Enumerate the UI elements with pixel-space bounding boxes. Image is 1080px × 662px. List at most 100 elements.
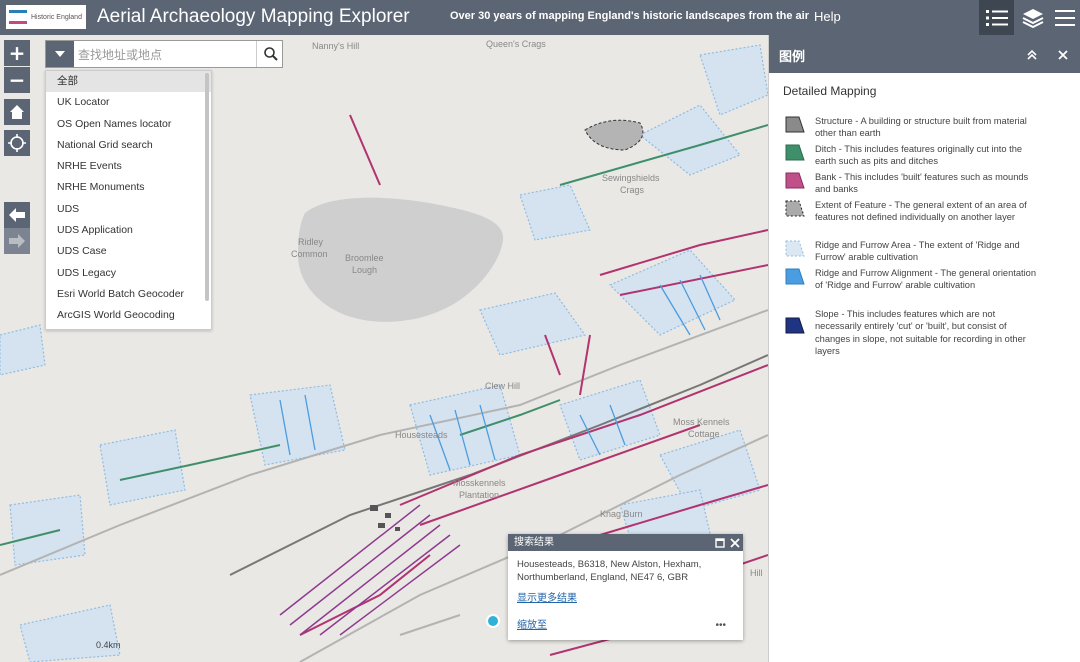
menu-button[interactable]: [1050, 0, 1080, 35]
structure: [378, 523, 385, 528]
legend-item-ditch: Ditch - This includes features originall…: [785, 143, 1043, 168]
help-link[interactable]: Help: [814, 9, 841, 24]
bank-swatch-icon: [785, 172, 805, 189]
show-more-results-link[interactable]: 显示更多结果: [517, 593, 577, 604]
logo-text: Historic England: [31, 13, 82, 21]
arrow-right-icon: [9, 234, 25, 248]
menu-scrollbar[interactable]: [205, 73, 209, 301]
label-cottage: Cottage: [688, 429, 720, 439]
slope-swatch-icon: [785, 317, 805, 334]
ridge-furrow-alignment-swatch-icon: [785, 268, 805, 285]
legend-label: Ridge and Furrow Area - The extent of 'R…: [815, 240, 1020, 263]
legend-label: Ditch - This includes features originall…: [815, 144, 1023, 167]
label-hill: Hill: [750, 568, 763, 578]
menu-icon: [1055, 9, 1075, 26]
search-input[interactable]: [76, 43, 255, 67]
source-option[interactable]: ArcGIS World Geocoding: [46, 305, 211, 326]
legend-panel: 图例 Detailed Mapping Structure - A buildi…: [768, 35, 1080, 662]
arrow-left-icon: [9, 208, 25, 222]
legend-label: Slope - This includes features which are…: [815, 309, 1026, 357]
structure: [395, 527, 400, 531]
scale-label: 0.4km: [96, 640, 121, 650]
search-source-toggle[interactable]: [46, 41, 74, 67]
logo-mark-icon: [9, 10, 27, 24]
label-crags: Crags: [620, 185, 645, 195]
source-option[interactable]: UDS Case: [46, 241, 211, 262]
layers-button[interactable]: [1015, 0, 1050, 35]
legend-item-structure: Structure - A building or structure buil…: [785, 115, 1043, 140]
label-mosskennels: Mosskennels: [453, 478, 506, 488]
legend-item-ridge-furrow-alignment: Ridge and Furrow Alignment - The general…: [785, 267, 1043, 292]
ditch-swatch-icon: [785, 144, 805, 161]
ridge-furrow-area-swatch-icon: [785, 240, 805, 257]
caret-down-icon: [55, 51, 65, 57]
close-icon[interactable]: [1058, 50, 1068, 60]
popup-header: 搜索结果: [508, 534, 743, 551]
locate-button[interactable]: [4, 130, 30, 156]
locate-icon: [8, 134, 26, 152]
source-option[interactable]: UDS Application: [46, 220, 211, 241]
legend-label: Ridge and Furrow Alignment - The general…: [815, 268, 1037, 291]
legend-layer-name: Detailed Mapping: [783, 84, 877, 98]
legend-toggle-button[interactable]: [979, 0, 1014, 35]
structure-swatch-icon: [785, 116, 805, 133]
label-common: Common: [291, 249, 328, 259]
popup-title: 搜索结果: [514, 537, 554, 548]
label-queens-crags: Queen's Crags: [486, 39, 546, 49]
search-button[interactable]: [256, 41, 284, 67]
label-knag-burn: Knag Burn: [600, 509, 643, 519]
label-nannys-hill: Nanny's Hill: [312, 41, 360, 51]
label-lough: Lough: [352, 265, 378, 275]
legend-label: Bank - This includes 'built' features su…: [815, 172, 1029, 195]
legend-panel-header: 图例: [769, 35, 1080, 73]
search-source-menu: 全部 UK Locator OS Open Names locator Nati…: [45, 70, 212, 330]
zoom-to-link[interactable]: 缩放至: [517, 620, 547, 631]
label-ridley: Ridley: [298, 237, 324, 247]
source-option[interactable]: 全部: [46, 71, 211, 93]
app-header: Historic England Aerial Archaeology Mapp…: [0, 0, 1080, 35]
legend-item-bank: Bank - This includes 'built' features su…: [785, 171, 1043, 196]
layers-icon: [1022, 8, 1043, 28]
label-plantation: Plantation: [459, 490, 500, 500]
legend-label: Structure - A building or structure buil…: [815, 116, 1027, 139]
source-option[interactable]: UK Locator: [46, 92, 211, 113]
source-option[interactable]: Esri World Batch Geocoder: [46, 284, 211, 305]
ridge-furrow-area: [249, 384, 346, 466]
source-option[interactable]: National Grid search: [46, 135, 211, 156]
search-icon: [263, 47, 278, 61]
zoom-in-button[interactable]: +: [4, 40, 30, 66]
list-icon: [985, 9, 1008, 26]
search-result-popup: 搜索结果 Housesteads, B6318, New Alston, Hex…: [508, 534, 743, 640]
home-icon: [10, 105, 24, 119]
extent-swatch-icon: [785, 200, 805, 217]
source-option[interactable]: UDS Legacy: [46, 263, 211, 284]
source-option[interactable]: UDS: [46, 199, 211, 220]
legend-title: 图例: [779, 50, 806, 65]
more-actions-button[interactable]: •••: [715, 619, 726, 632]
source-option[interactable]: NRHE Monuments: [46, 177, 211, 198]
close-icon[interactable]: [730, 538, 740, 548]
previous-extent-button[interactable]: [4, 202, 30, 228]
source-option[interactable]: NRHE Events: [46, 156, 211, 177]
zoom-out-button[interactable]: −: [4, 67, 30, 93]
historic-england-logo[interactable]: Historic England: [6, 5, 86, 29]
label-moss-kennels: Moss Kennels: [673, 417, 730, 427]
label-broomlee: Broomlee: [345, 253, 384, 263]
source-option[interactable]: OS Open Names locator: [46, 114, 211, 135]
label-sewingshields: Sewingshields: [602, 173, 660, 183]
legend-item-slope: Slope - This includes features which are…: [785, 308, 1043, 358]
home-button[interactable]: [4, 99, 30, 125]
structure: [370, 505, 378, 511]
app-subtitle: Over 30 years of mapping England's histo…: [450, 10, 810, 22]
legend-item-extent: Extent of Feature - The general extent o…: [785, 199, 1043, 224]
label-clew-hill: Clew Hill: [485, 381, 521, 391]
label-housesteads: Housesteads: [395, 430, 448, 440]
structure: [385, 513, 391, 518]
next-extent-button[interactable]: [4, 228, 30, 254]
maximize-icon[interactable]: [715, 538, 725, 548]
collapse-icon[interactable]: [1026, 49, 1038, 61]
search-result-marker[interactable]: [486, 614, 500, 628]
legend-item-ridge-furrow-area: Ridge and Furrow Area - The extent of 'R…: [785, 239, 1043, 264]
search-widget: [45, 40, 283, 68]
popup-address: Housesteads, B6318, New Alston, Hexham, …: [517, 559, 702, 583]
